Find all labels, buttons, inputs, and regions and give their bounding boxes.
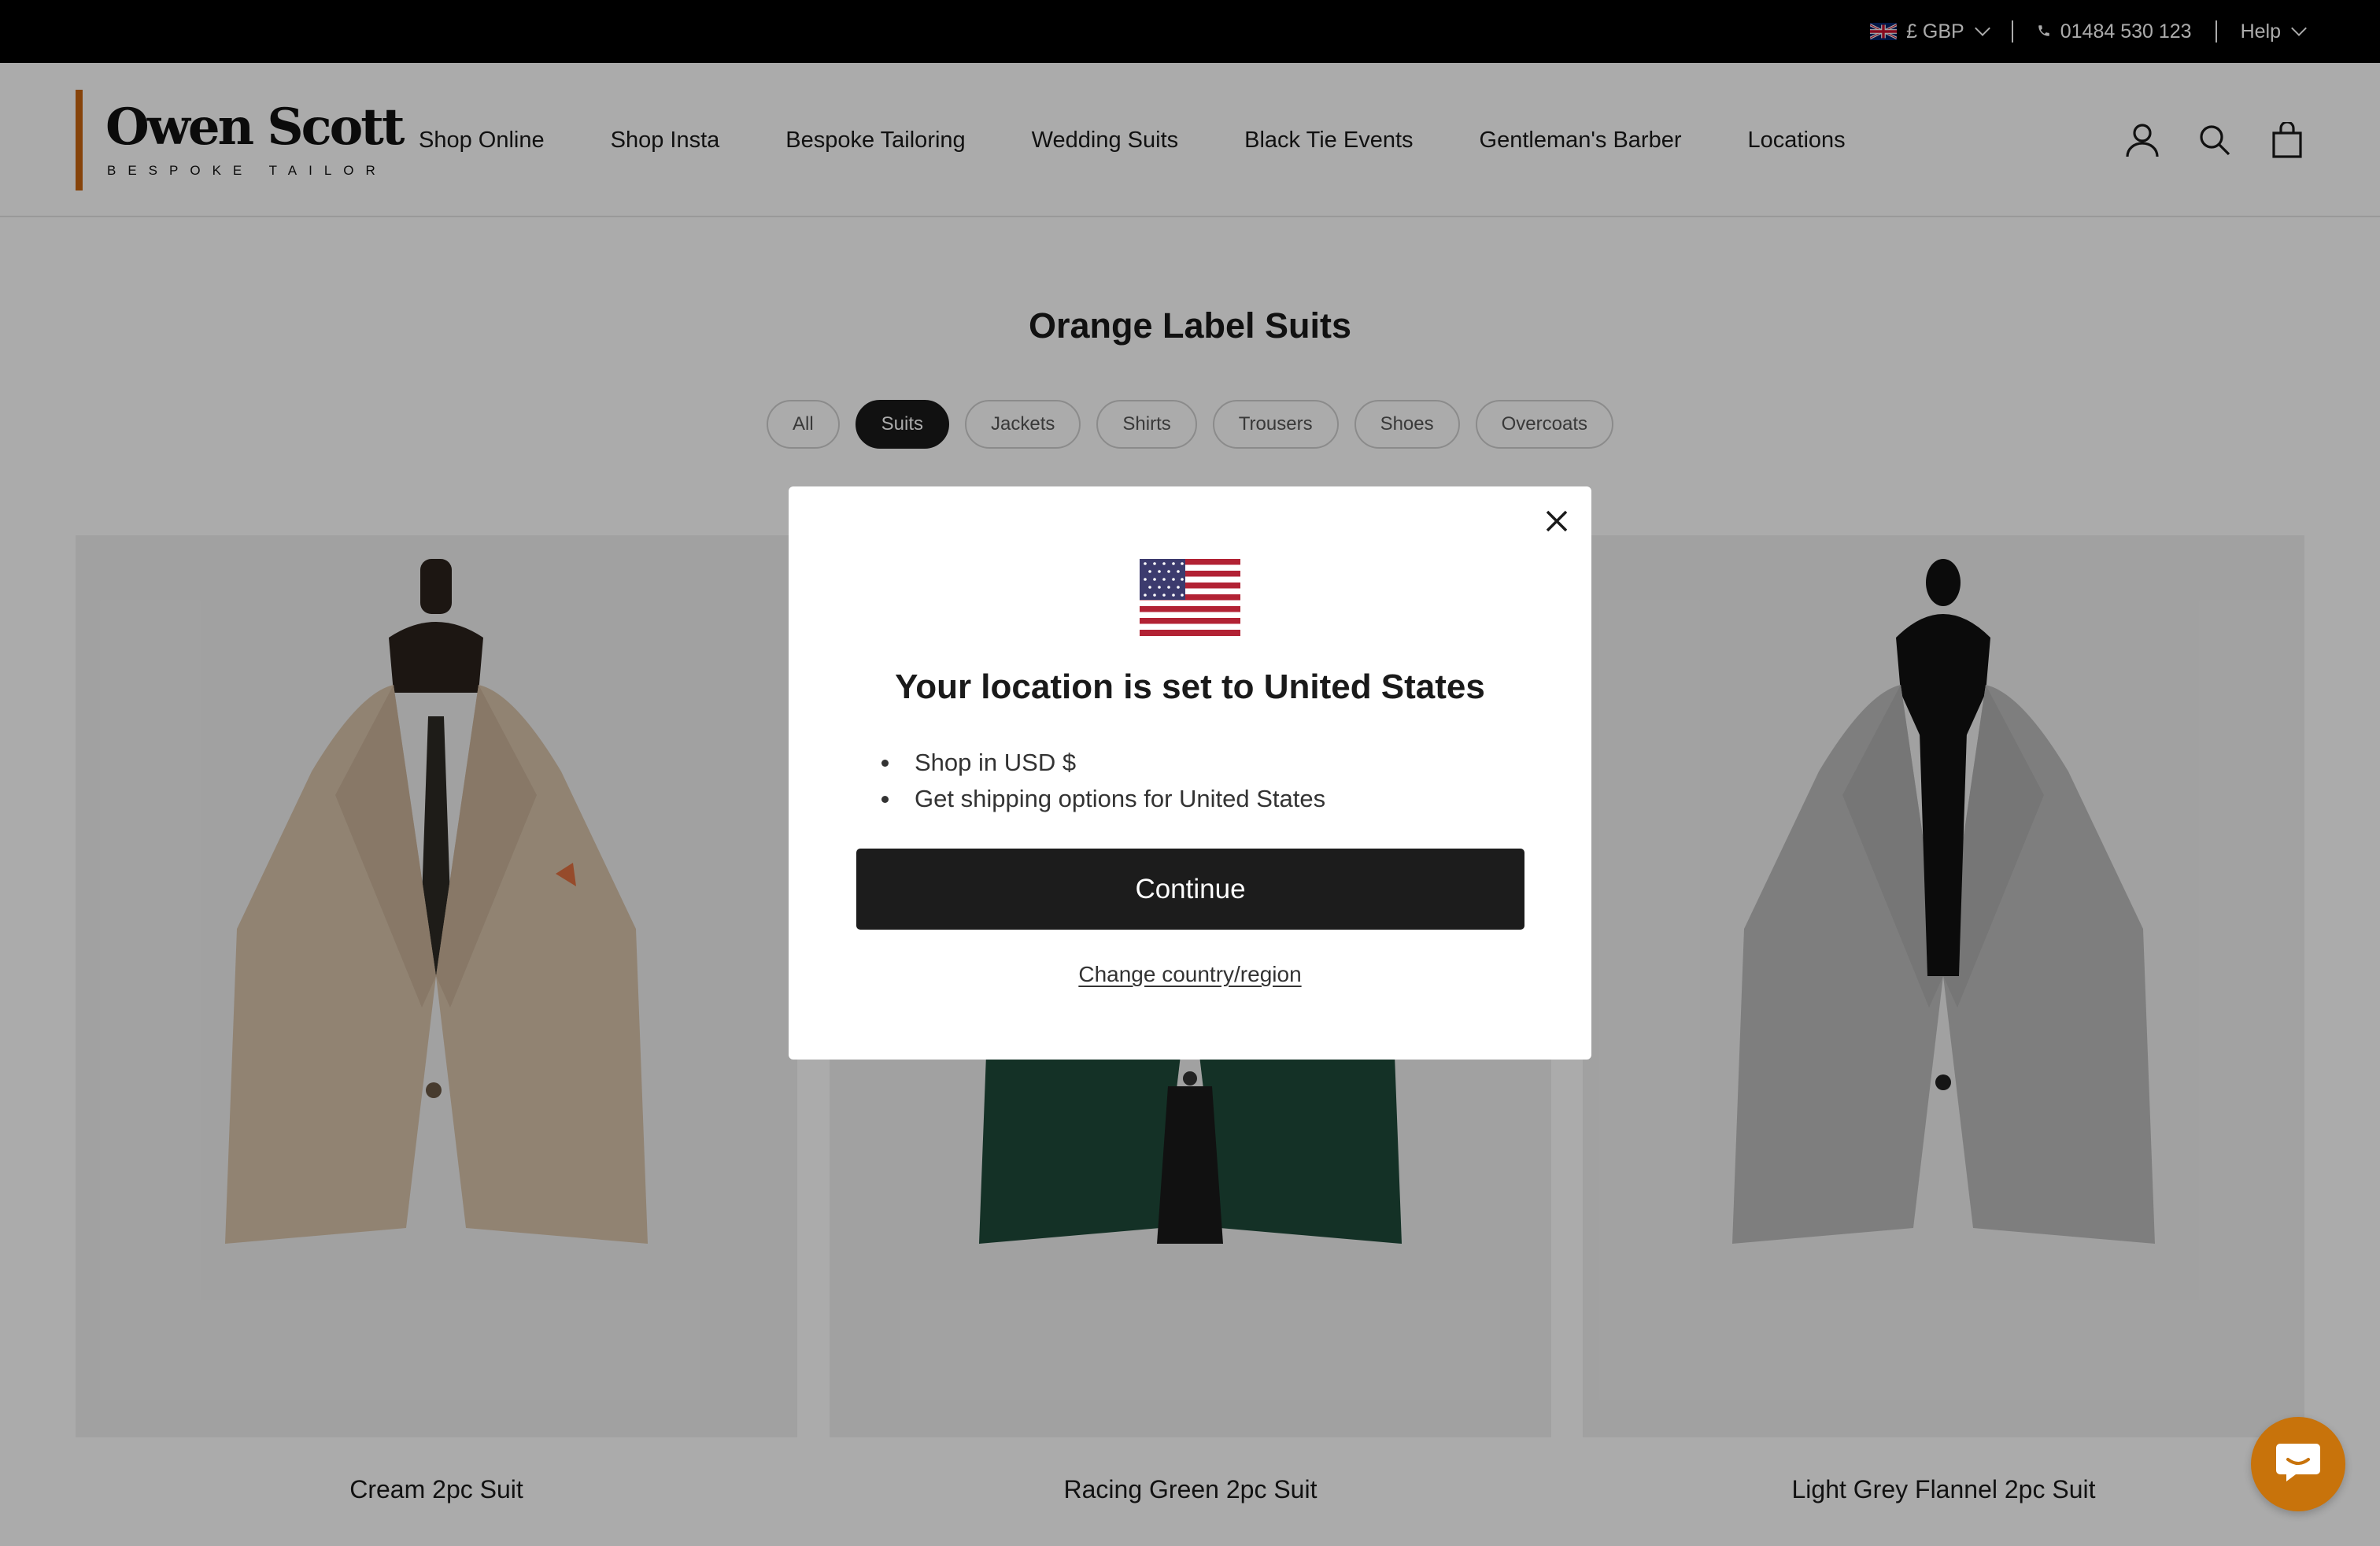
heading-country: United States	[1263, 668, 1485, 706]
change-country-label[interactable]: Change country/region	[1078, 962, 1301, 986]
us-flag-icon	[1140, 559, 1240, 636]
change-country-link[interactable]: Change country/region	[789, 962, 1591, 987]
list-item: Get shipping options for United States	[881, 781, 1325, 817]
location-modal: Your location is set to United States Sh…	[789, 486, 1591, 1060]
modal-benefits-list: Shop in USD $ Get shipping options for U…	[881, 745, 1325, 817]
close-icon[interactable]	[1539, 504, 1574, 538]
chat-button[interactable]	[2251, 1417, 2345, 1511]
heading-prefix: Your location is set to	[895, 668, 1264, 706]
modal-heading: Your location is set to United States	[789, 668, 1591, 707]
continue-button[interactable]: Continue	[856, 849, 1524, 930]
chat-icon	[2274, 1441, 2323, 1489]
list-item: Shop in USD $	[881, 745, 1325, 781]
